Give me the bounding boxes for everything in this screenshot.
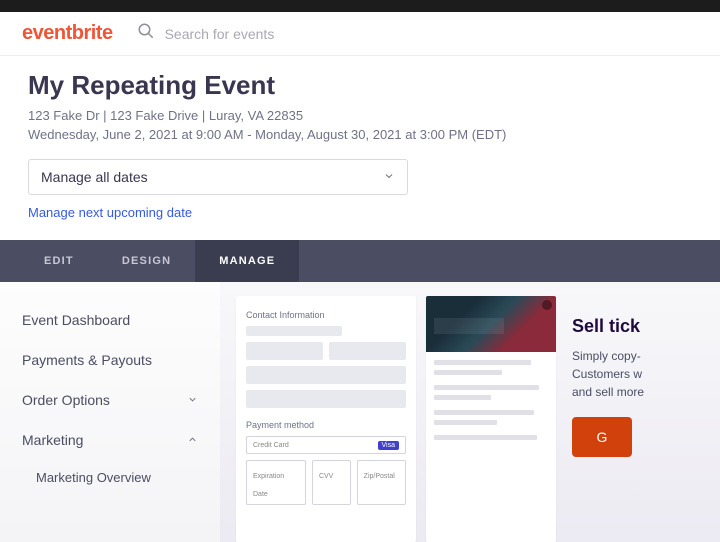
content-area: Event Dashboard Payments & Payouts Order… xyxy=(0,282,720,542)
placeholder-bar xyxy=(246,366,406,384)
zip-label: Zip/Postal xyxy=(364,473,395,480)
window-chrome-bar xyxy=(0,0,720,12)
search-input[interactable] xyxy=(165,26,385,42)
dates-dropdown-label: Manage all dates xyxy=(41,169,148,185)
placeholder-line xyxy=(434,370,502,375)
promo-text: Simply copy- Customers w and sell more xyxy=(572,347,674,401)
search-icon xyxy=(137,22,155,45)
preview-panel: Contact Information Payment method Credi… xyxy=(220,282,720,542)
promo-cta-button[interactable]: G xyxy=(572,417,632,457)
sidebar-item-label: Event Dashboard xyxy=(22,312,130,328)
sidebar-item-marketing[interactable]: Marketing xyxy=(0,420,220,460)
placeholder-line xyxy=(434,435,537,440)
placeholder-line xyxy=(434,420,497,425)
credit-card-label: Credit Card xyxy=(253,442,289,449)
event-summary: My Repeating Event 123 Fake Dr | 123 Fak… xyxy=(0,56,720,240)
chevron-down-icon xyxy=(383,169,395,185)
manage-next-date-link[interactable]: Manage next upcoming date xyxy=(28,205,192,220)
chevron-down-icon xyxy=(187,392,198,408)
form-preview-card: Contact Information Payment method Credi… xyxy=(236,296,416,542)
expiration-field: Expiration Date xyxy=(246,460,306,505)
manage-sidebar: Event Dashboard Payments & Payouts Order… xyxy=(0,282,220,542)
placeholder-line xyxy=(434,385,539,390)
placeholder-line xyxy=(434,395,491,400)
promo-line: Simply copy- xyxy=(572,347,674,365)
preview-lines xyxy=(426,352,556,453)
placeholder-bar xyxy=(246,342,323,360)
card-brand-tag: Visa xyxy=(378,441,400,450)
sidebar-item-label: Marketing xyxy=(22,432,83,448)
promo-line: Customers w xyxy=(572,365,674,383)
event-thumbnail xyxy=(426,296,556,352)
placeholder-bar xyxy=(246,390,406,408)
dates-dropdown[interactable]: Manage all dates xyxy=(28,159,408,195)
manage-tabs: EDIT DESIGN MANAGE xyxy=(0,240,720,282)
event-daterange: Wednesday, June 2, 2021 at 9:00 AM - Mon… xyxy=(28,125,692,145)
credit-card-field: Credit Card Visa xyxy=(246,436,406,454)
cvv-label: CVV xyxy=(319,473,333,480)
chevron-up-icon xyxy=(187,432,198,448)
event-preview-card xyxy=(426,296,556,542)
sidebar-item-payments[interactable]: Payments & Payouts xyxy=(0,340,220,380)
tab-manage[interactable]: MANAGE xyxy=(195,240,299,282)
tab-design[interactable]: DESIGN xyxy=(98,240,195,282)
cvv-field: CVV xyxy=(312,460,351,505)
exp-label: Expiration Date xyxy=(253,473,284,498)
contact-info-label: Contact Information xyxy=(246,310,406,320)
sidebar-item-label: Order Options xyxy=(22,392,110,408)
payment-method-label: Payment method xyxy=(246,420,406,430)
promo-title: Sell tick xyxy=(572,316,674,337)
sidebar-item-order-options[interactable]: Order Options xyxy=(0,380,220,420)
zip-field: Zip/Postal xyxy=(357,460,406,505)
placeholder-line xyxy=(434,410,534,415)
placeholder-line xyxy=(434,360,531,365)
placeholder-bar xyxy=(329,342,406,360)
event-title: My Repeating Event xyxy=(28,70,692,101)
sidebar-item-label: Payments & Payouts xyxy=(22,352,152,368)
promo-line: and sell more xyxy=(572,383,674,401)
promo-panel: Sell tick Simply copy- Customers w and s… xyxy=(566,296,674,542)
global-header: eventbrite xyxy=(0,12,720,56)
tab-edit[interactable]: EDIT xyxy=(20,240,98,282)
brand-logo[interactable]: eventbrite xyxy=(22,22,113,45)
sidebar-item-dashboard[interactable]: Event Dashboard xyxy=(0,300,220,340)
sidebar-subitem-marketing-overview[interactable]: Marketing Overview xyxy=(0,460,220,495)
placeholder-bar xyxy=(246,326,342,336)
search-group xyxy=(137,22,385,45)
event-location: 123 Fake Dr | 123 Fake Drive | Luray, VA… xyxy=(28,107,692,125)
